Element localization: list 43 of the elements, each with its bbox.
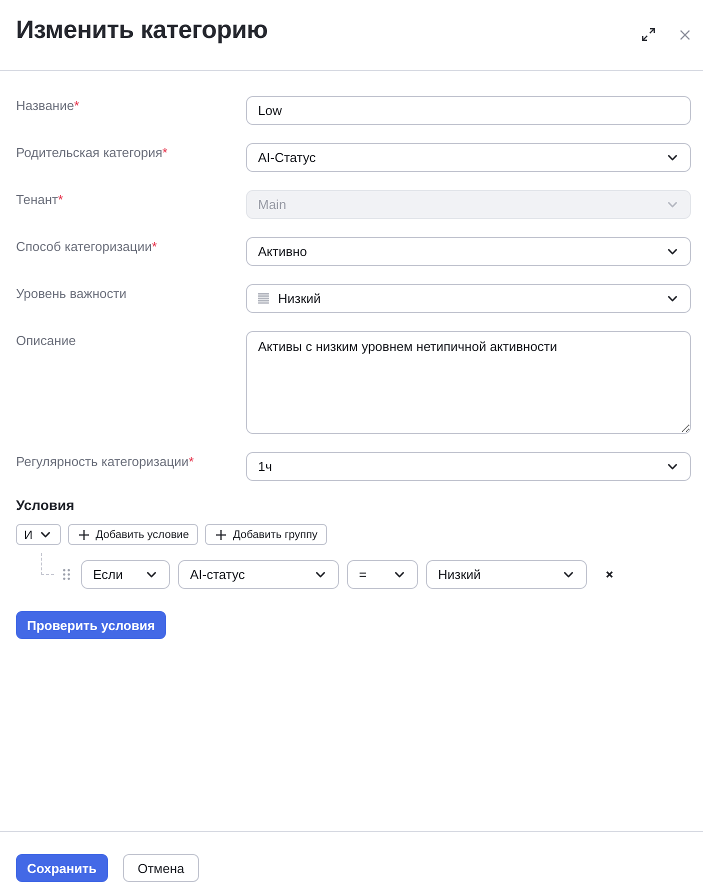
chevron-down-icon <box>668 296 677 302</box>
chevron-down-icon <box>316 572 325 578</box>
chevron-down-icon <box>668 202 677 208</box>
expand-icon[interactable] <box>642 28 655 41</box>
select-field[interactable]: Активно <box>246 237 691 266</box>
select-field[interactable]: = <box>347 560 418 589</box>
chevron-down-icon <box>40 532 50 538</box>
field-label: Родительская категория* <box>16 144 168 162</box>
chevron-down-icon <box>668 248 677 254</box>
drag-handle-icon[interactable] <box>63 569 70 580</box>
secondary-button[interactable]: Отмена <box>122 854 200 882</box>
select-field[interactable]: AI-статус <box>178 560 339 589</box>
operator-select[interactable]: И <box>16 524 61 545</box>
textarea-field[interactable]: Активы с низким уровнем нетипичной активности <box>246 331 691 434</box>
section-title: Условия <box>16 497 74 513</box>
chevron-down-icon <box>668 154 677 160</box>
field-label: Название* <box>16 97 80 115</box>
field-label: Способ категоризации* <box>16 238 157 256</box>
field-label: Уровень важности <box>16 285 126 303</box>
field-label: Регулярность категоризации* <box>16 453 194 471</box>
select-field[interactable]: Если <box>81 560 170 589</box>
chevron-down-icon <box>147 572 156 578</box>
dialog-title: Изменить категорию <box>16 15 268 46</box>
tree-connector-line <box>41 553 54 575</box>
select-field[interactable]: Низкий <box>246 284 691 313</box>
check-conditions-button[interactable]: Проверить условия <box>16 611 166 639</box>
remove-icon[interactable] <box>606 571 613 578</box>
select-field[interactable]: 1ч <box>246 452 691 481</box>
plus-icon <box>78 530 89 540</box>
add-button[interactable]: Добавить условие <box>68 524 198 545</box>
plus-icon <box>216 530 226 540</box>
select-field[interactable]: AI-Статус <box>246 143 691 172</box>
chevron-down-icon <box>668 464 677 470</box>
chevron-down-icon <box>564 572 573 578</box>
field-label: Описание <box>16 332 76 350</box>
select-field[interactable]: Низкий <box>426 560 587 589</box>
input-field[interactable]: Low <box>246 96 691 125</box>
chevron-down-icon <box>395 572 404 578</box>
field-label: Тенант* <box>16 191 64 209</box>
stacked-lines-icon <box>258 293 269 304</box>
primary-button[interactable]: Сохранить <box>16 854 108 882</box>
close-icon[interactable] <box>680 30 690 40</box>
add-button[interactable]: Добавить группу <box>204 524 327 545</box>
